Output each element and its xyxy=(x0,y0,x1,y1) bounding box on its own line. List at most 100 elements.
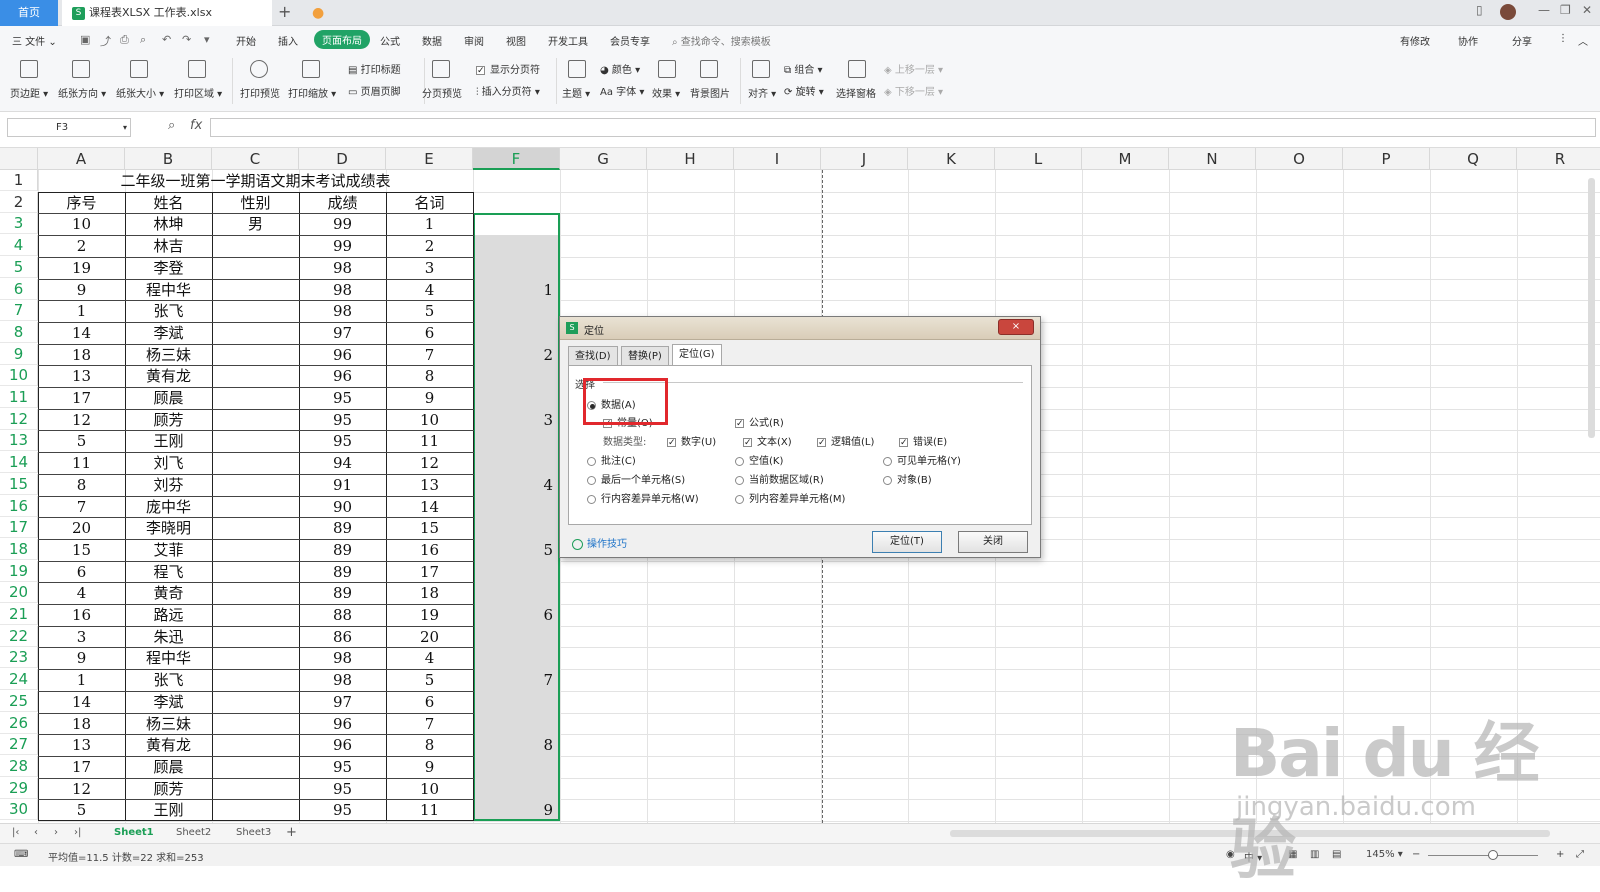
select-all-corner[interactable] xyxy=(0,148,38,170)
row-header-20[interactable]: 20 xyxy=(0,582,38,604)
column-differences-radio[interactable]: 列内容差异单元格(M) xyxy=(735,490,845,505)
row-header-23[interactable]: 23 xyxy=(0,647,38,669)
new-tab-button[interactable]: + xyxy=(278,0,291,24)
column-header-a[interactable]: A xyxy=(38,148,125,170)
insert-page-break-button[interactable]: ⫶ 插入分页符 ▾ xyxy=(476,83,540,98)
menu-formula[interactable]: 公式 xyxy=(380,33,400,48)
column-header-r[interactable]: R xyxy=(1517,148,1600,170)
blank-radio[interactable]: 空值(K) xyxy=(735,452,783,467)
row-header-4[interactable]: 4 xyxy=(0,235,38,257)
dialog-title-bar[interactable]: S 定位 × xyxy=(560,317,1040,340)
row-header-10[interactable]: 10 xyxy=(0,365,38,387)
align-button[interactable]: 对齐 ▾ xyxy=(748,85,776,100)
macro-icon[interactable]: ⌨ xyxy=(14,849,28,860)
text-checkbox[interactable]: ✓ 文本(X) xyxy=(743,433,792,448)
last-cell-radio[interactable]: 最后一个单元格(S) xyxy=(587,471,685,486)
row-header-15[interactable]: 15 xyxy=(0,473,38,495)
preview-icon[interactable]: ⌕ xyxy=(140,33,146,47)
row-header-18[interactable]: 18 xyxy=(0,538,38,560)
f-cell-value[interactable]: 2 xyxy=(473,344,557,365)
menu-view[interactable]: 视图 xyxy=(506,33,526,48)
collapse-ribbon-icon[interactable]: ︿ xyxy=(1578,33,1588,48)
next-sheet-icon[interactable]: › xyxy=(54,827,58,838)
comment-radio[interactable]: 批注(C) xyxy=(587,452,636,467)
column-header-l[interactable]: L xyxy=(995,148,1082,170)
theme-button[interactable]: 主题 ▾ xyxy=(562,85,590,100)
row-header-21[interactable]: 21 xyxy=(0,604,38,625)
row-header-17[interactable]: 17 xyxy=(0,517,38,539)
column-header-e[interactable]: E xyxy=(386,148,473,170)
print-icon[interactable]: ⎙ xyxy=(120,33,129,47)
sheet-tab-3[interactable]: Sheet3 xyxy=(236,827,271,838)
menu-developer[interactable]: 开发工具 xyxy=(548,33,588,48)
show-page-breaks-checkbox[interactable]: ✓ xyxy=(476,65,485,75)
column-header-i[interactable]: I xyxy=(734,148,821,170)
row-header-27[interactable]: 27 xyxy=(0,734,38,756)
column-header-b[interactable]: B xyxy=(125,148,212,170)
row-header-25[interactable]: 25 xyxy=(0,690,38,712)
colors-button[interactable]: ◕ 颜色 ▾ xyxy=(600,61,640,76)
background-image-button[interactable]: 背景图片 xyxy=(690,85,730,100)
menu-home[interactable]: 开始 xyxy=(236,33,256,48)
file-tab[interactable]: S 课程表XLSX 工作表.xlsx ● xyxy=(62,0,324,26)
column-header-q[interactable]: Q xyxy=(1430,148,1517,170)
home-tab[interactable]: 首页 xyxy=(0,0,58,26)
file-menu[interactable]: 三 文件 ⌄ xyxy=(12,33,57,48)
quick-access-dropdown-icon[interactable]: ▾ xyxy=(204,33,210,46)
fx-icon[interactable]: fx xyxy=(190,118,202,133)
print-scale-button[interactable]: 打印缩放 ▾ xyxy=(288,85,336,100)
formula-input[interactable] xyxy=(210,118,1596,137)
print-preview-button[interactable]: 打印预览 xyxy=(240,85,280,100)
row-header-22[interactable]: 22 xyxy=(0,625,38,647)
group-button[interactable]: ⧉ 组合 ▾ xyxy=(784,61,823,76)
logical-checkbox[interactable]: ✓ 逻辑值(L) xyxy=(817,433,874,448)
menu-review[interactable]: 审阅 xyxy=(464,33,484,48)
tab-goto[interactable]: 定位(G) xyxy=(672,344,722,366)
name-box[interactable]: F3 ▾ xyxy=(7,118,131,137)
vertical-scrollbar[interactable] xyxy=(1588,178,1595,438)
column-header-m[interactable]: M xyxy=(1082,148,1169,170)
row-header-9[interactable]: 9 xyxy=(0,343,38,365)
object-radio[interactable]: 对象(B) xyxy=(883,471,932,486)
dialog-close-button[interactable]: × xyxy=(998,319,1034,335)
row-header-16[interactable]: 16 xyxy=(0,495,38,517)
has-changes-button[interactable]: 有修改 xyxy=(1400,33,1430,48)
sheet-tab-1[interactable]: Sheet1 xyxy=(114,827,154,838)
number-checkbox[interactable]: ✓ 数字(U) xyxy=(667,433,716,448)
redo-icon[interactable]: ↷ xyxy=(182,33,191,46)
undo-icon[interactable]: ↶ xyxy=(162,33,171,46)
row-header-8[interactable]: 8 xyxy=(0,321,38,343)
paper-size-button[interactable]: 纸张大小 ▾ xyxy=(116,85,164,100)
menu-page-layout[interactable]: 页面布局 xyxy=(314,30,370,49)
active-cell-f3[interactable] xyxy=(475,215,558,236)
selection-pane-button[interactable]: 选择窗格 xyxy=(836,85,876,100)
add-sheet-icon[interactable]: + xyxy=(286,825,297,840)
row-header-14[interactable]: 14 xyxy=(0,452,38,474)
command-search[interactable]: ⌕ 查找命令、搜索模板 xyxy=(672,33,771,48)
column-header-c[interactable]: C xyxy=(212,148,299,170)
sheet-tab-2[interactable]: Sheet2 xyxy=(176,827,211,838)
row-header-13[interactable]: 13 xyxy=(0,430,38,452)
row-header-6[interactable]: 6 xyxy=(0,278,38,300)
column-header-j[interactable]: J xyxy=(821,148,908,170)
f-cell-value[interactable]: 6 xyxy=(473,604,557,625)
row-header-5[interactable]: 5 xyxy=(0,256,38,278)
menu-insert[interactable]: 插入 xyxy=(278,33,298,48)
column-header-k[interactable]: K xyxy=(908,148,995,170)
current-region-radio[interactable]: 当前数据区域(R) xyxy=(735,471,824,486)
row-header-3[interactable]: 3 xyxy=(0,213,38,235)
margins-button[interactable]: 页边距 ▾ xyxy=(10,85,48,100)
row-differences-radio[interactable]: 行内容差异单元格(W) xyxy=(587,490,699,505)
f-cell-value[interactable]: 3 xyxy=(473,409,557,430)
zoom-lens-icon[interactable]: ⌕ xyxy=(168,118,175,133)
column-header-n[interactable]: N xyxy=(1169,148,1256,170)
row-header-7[interactable]: 7 xyxy=(0,300,38,322)
column-header-f[interactable]: F xyxy=(473,148,560,170)
restore-icon[interactable]: ❐ xyxy=(1560,3,1571,17)
save-icon[interactable]: ▣ xyxy=(80,33,90,46)
column-header-o[interactable]: O xyxy=(1256,148,1343,170)
f-cell-value[interactable]: 4 xyxy=(473,474,557,495)
tab-replace[interactable]: 替换(P) xyxy=(621,346,669,365)
locate-button[interactable]: 定位(T) xyxy=(872,531,942,553)
print-titles-button[interactable]: ▤ 打印标题 xyxy=(348,61,401,76)
